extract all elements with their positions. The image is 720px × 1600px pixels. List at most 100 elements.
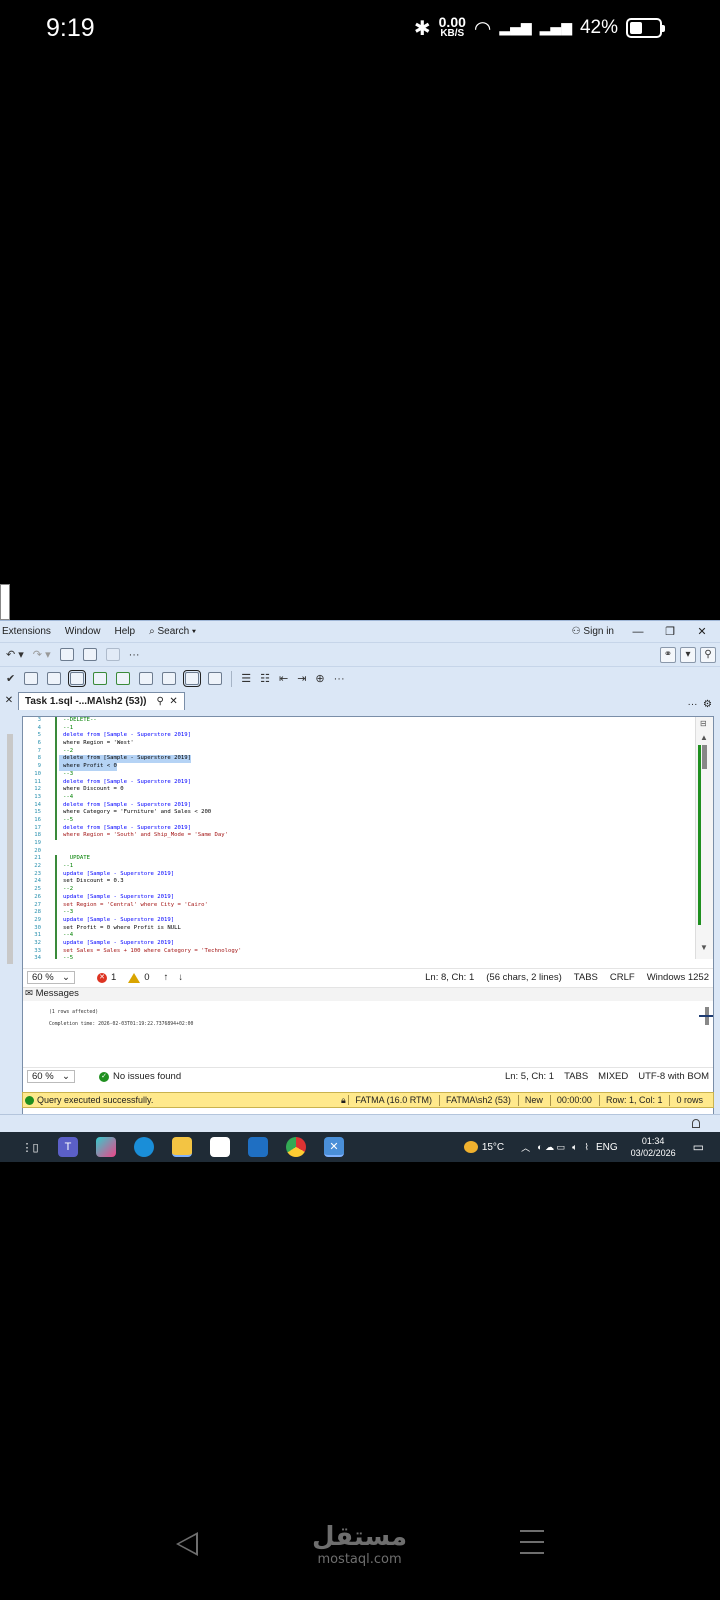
results-indent[interactable]: TABS: [564, 1071, 588, 1082]
code-line[interactable]: 29 update [Sample - Superstore 2019]: [23, 916, 689, 925]
language-indicator[interactable]: ENG: [596, 1142, 618, 1153]
notification-icon[interactable]: ▭: [693, 1140, 704, 1154]
copilot-icon[interactable]: [96, 1137, 116, 1157]
vertical-scrollbar[interactable]: ⊟ ▲ ▼: [695, 717, 713, 959]
prev-issue-icon[interactable]: ↑: [164, 972, 169, 983]
code-line[interactable]: 33 set Sales = Sales + 100 where Category…: [23, 947, 689, 956]
specify-values-icon[interactable]: ⊕: [315, 672, 324, 685]
back-icon[interactable]: [176, 1532, 198, 1556]
code-line[interactable]: 9 where Profit < 0: [23, 763, 689, 771]
volume-icon[interactable]: 🔈︎: [572, 1142, 577, 1153]
store-icon[interactable]: [210, 1137, 230, 1157]
tab-overflow[interactable]: ··· ⚙: [687, 699, 720, 710]
code-line[interactable]: 17 delete from [Sample - Superstore 2019]: [23, 824, 689, 833]
code-line[interactable]: 3 --DELETE--: [23, 717, 689, 725]
code-line[interactable]: 30 set Profit = 0 where Profit is NULL: [23, 924, 689, 933]
ssms-icon[interactable]: ✕: [324, 1137, 344, 1157]
uncomment-icon[interactable]: ☷: [260, 672, 270, 685]
overflow-icon-2[interactable]: ···: [334, 673, 345, 685]
next-issue-icon[interactable]: ↓: [178, 972, 183, 983]
messages-scrollbar[interactable]: [699, 1007, 713, 1025]
results-text-icon[interactable]: [162, 672, 177, 685]
code-line[interactable]: 34 --5: [23, 955, 689, 959]
code-line[interactable]: 32 update [Sample - Superstore 2019]: [23, 939, 689, 948]
zoom-select[interactable]: 60 % ⌄: [27, 971, 75, 984]
code-line[interactable]: 13 --4: [23, 793, 689, 802]
error-icon[interactable]: ✕: [97, 972, 107, 983]
results-file-icon[interactable]: [208, 672, 223, 685]
share-button[interactable]: ⚲: [700, 646, 716, 663]
code-area[interactable]: 3 --DELETE-- 4 --1 5 delete from [Sample - Su…: [23, 717, 689, 959]
weather-widget[interactable]: 15°C: [463, 1141, 504, 1153]
undo-icon[interactable]: ↶ ▾: [6, 648, 24, 661]
overflow-icon[interactable]: ···: [129, 649, 140, 661]
scroll-thumb[interactable]: [702, 745, 707, 769]
edge-icon[interactable]: [134, 1137, 154, 1157]
recents-icon[interactable]: [520, 1530, 544, 1563]
code-line[interactable]: 19: [23, 840, 689, 848]
menu-help[interactable]: Help: [115, 626, 145, 637]
outlook-icon[interactable]: [248, 1137, 268, 1157]
comment-icon[interactable]: ☰: [241, 672, 251, 685]
results-mixed[interactable]: MIXED: [598, 1071, 628, 1082]
object-explorer-icon[interactable]: [82, 648, 97, 661]
menu-window[interactable]: Window: [65, 626, 110, 637]
close-icon[interactable]: ✕: [0, 692, 18, 710]
code-line[interactable]: 27 set Region = 'Central' where City = 'C…: [23, 901, 689, 910]
teams-icon[interactable]: T: [58, 1137, 78, 1157]
menu-search[interactable]: ⌕ Search ▾: [149, 626, 205, 637]
line-ending[interactable]: CRLF: [610, 972, 635, 983]
split-icon[interactable]: ⊟: [700, 719, 707, 728]
tab-close-icon[interactable]: ✕: [169, 696, 177, 707]
chevron-up-icon[interactable]: ︿: [521, 1141, 530, 1154]
warning-icon[interactable]: [128, 972, 141, 983]
code-line[interactable]: 5 delete from [Sample - Superstore 2019]: [23, 732, 689, 740]
code-line[interactable]: 15 where Category = 'Furniture' and Sales…: [23, 809, 689, 817]
code-line[interactable]: 26 update [Sample - Superstore 2019]: [23, 893, 689, 902]
chrome-icon[interactable]: [286, 1137, 306, 1157]
copilot-button[interactable]: ⚭: [660, 646, 676, 663]
results-zoom-select[interactable]: 60 % ⌄: [27, 1070, 75, 1083]
network-icon[interactable]: ⌇: [585, 1142, 589, 1153]
scroll-up-icon[interactable]: ▲: [700, 733, 708, 742]
display-plan-icon[interactable]: [24, 672, 39, 685]
code-line[interactable]: 10 --3: [23, 770, 689, 779]
results-grid-icon[interactable]: [183, 670, 202, 687]
code-line[interactable]: 16 --5: [23, 816, 689, 825]
activity-monitor-icon[interactable]: [59, 648, 74, 661]
code-line[interactable]: 18 where Region = 'South' and Ship_Mode =…: [23, 832, 689, 840]
code-line[interactable]: 22 --1: [23, 863, 689, 871]
dropdown-button[interactable]: ▾: [680, 646, 696, 663]
code-line[interactable]: 11 delete from [Sample - Superstore 2019]: [23, 778, 689, 787]
query-editor[interactable]: 3 --DELETE-- 4 --1 5 delete from [Sample - Su…: [22, 716, 714, 1116]
include-plan-icon[interactable]: [93, 672, 108, 685]
encoding[interactable]: Windows 1252: [647, 972, 709, 983]
query-options-icon[interactable]: [47, 672, 62, 685]
task-view-icon[interactable]: ⋮▯: [20, 1137, 40, 1157]
parse-check-icon[interactable]: ✔: [6, 672, 15, 685]
indent-mode[interactable]: TABS: [574, 972, 598, 983]
code-line[interactable]: 8 delete from [Sample - Superstore 2019]: [23, 755, 689, 764]
bell-icon[interactable]: [692, 1119, 700, 1128]
tab-task1-sql[interactable]: Task 1.sql -...MA\sh2 (53)) ⚲ ✕: [18, 692, 185, 710]
code-line[interactable]: 12 where Discount = 0: [23, 786, 689, 794]
redo-icon[interactable]: ↷ ▾: [33, 648, 51, 661]
home-watermark[interactable]: مستقل mostaql.com: [312, 1522, 407, 1567]
live-stats-icon[interactable]: [116, 672, 131, 685]
code-line[interactable]: 21 UPDATE: [23, 855, 689, 863]
code-line[interactable]: 24 set Discount = 0.3: [23, 878, 689, 886]
menu-extensions[interactable]: Extensions: [2, 626, 60, 637]
code-line[interactable]: 6 where Region = 'West': [23, 740, 689, 748]
tray-icons[interactable]: ◐ ☁ ▭: [537, 1142, 565, 1153]
client-stats-icon[interactable]: [139, 672, 154, 685]
pin-icon[interactable]: ⚲: [157, 696, 164, 707]
code-line[interactable]: 28 --3: [23, 909, 689, 917]
sign-in-button[interactable]: ⚇ Sign in: [572, 626, 614, 637]
file-explorer-icon[interactable]: [172, 1137, 192, 1157]
code-line[interactable]: 4 --1: [23, 724, 689, 733]
results-encoding[interactable]: UTF-8 with BOM: [638, 1071, 709, 1082]
copy-icon[interactable]: [105, 648, 120, 661]
code-line[interactable]: 7 --2: [23, 747, 689, 756]
taskbar-clock[interactable]: 01:34 03/02/2026: [631, 1135, 676, 1159]
scroll-down-icon[interactable]: ▼: [700, 943, 708, 952]
